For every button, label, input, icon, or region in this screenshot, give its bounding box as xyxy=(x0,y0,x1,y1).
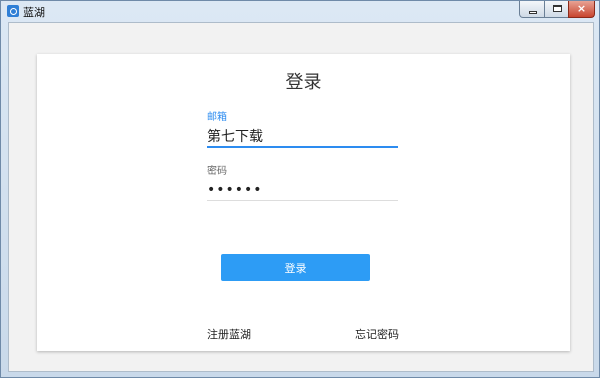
title-bar[interactable]: 蓝湖 × xyxy=(1,1,599,21)
minimize-button[interactable] xyxy=(519,1,545,18)
email-label: 邮箱 xyxy=(207,112,227,123)
forgot-password-link[interactable]: 忘记密码 xyxy=(355,326,399,342)
page-title: 登录 xyxy=(285,72,322,93)
app-window: 蓝湖 × 登录 邮箱 密码 登录 注册蓝湖 忘记密码 xyxy=(0,0,600,378)
password-label: 密码 xyxy=(207,166,227,177)
login-card: 登录 邮箱 密码 登录 注册蓝湖 忘记密码 xyxy=(37,54,570,351)
email-field[interactable] xyxy=(207,126,398,148)
content-area: 登录 邮箱 密码 登录 注册蓝湖 忘记密码 xyxy=(8,22,594,372)
login-button[interactable]: 登录 xyxy=(221,254,370,281)
app-logo-icon xyxy=(7,5,19,17)
close-button[interactable]: × xyxy=(568,1,595,18)
maximize-button[interactable] xyxy=(544,1,569,18)
window-title: 蓝湖 xyxy=(23,6,45,19)
maximize-icon xyxy=(553,5,562,12)
password-field[interactable] xyxy=(207,179,398,201)
minimize-icon xyxy=(529,11,537,14)
register-link[interactable]: 注册蓝湖 xyxy=(207,326,251,342)
close-icon: × xyxy=(576,2,587,15)
